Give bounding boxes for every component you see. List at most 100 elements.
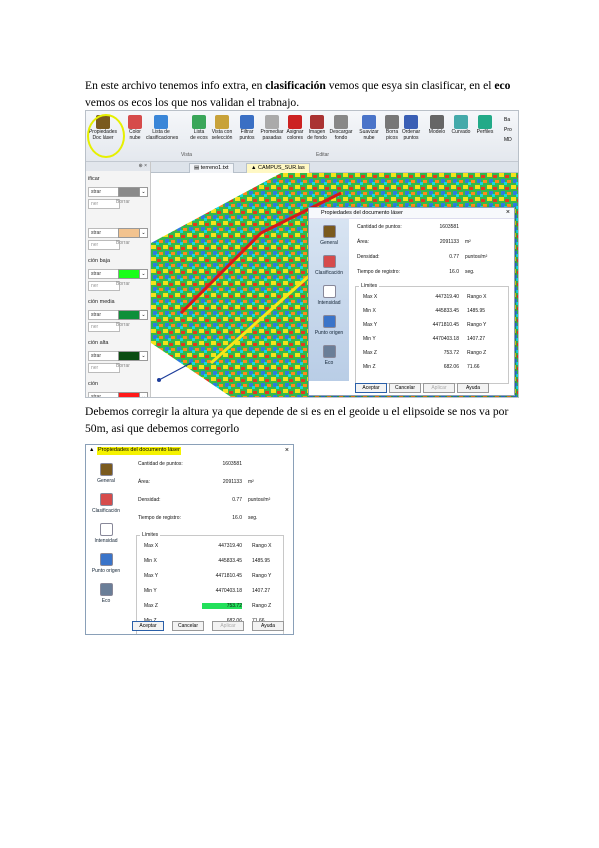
side-item-0[interactable]: General	[309, 225, 349, 246]
close-icon[interactable]: ×	[506, 208, 510, 218]
field-unit: puntos/m²	[248, 497, 271, 503]
field-value: 2091133	[439, 239, 459, 245]
color-swatch[interactable]	[118, 187, 140, 197]
screenshot-software-window: Propiedades Doc láser Color nube Lista de …	[85, 110, 519, 398]
profiles-icon	[478, 115, 492, 129]
limits-title: Límites	[359, 283, 380, 289]
dialog-las-properties: Propiedades del documento láser × Genera…	[308, 207, 515, 396]
help-button[interactable]: Ayuda	[252, 621, 284, 631]
ribbon-button-9[interactable]: Descargar fondo	[326, 115, 356, 141]
side-item-4[interactable]: Eco	[86, 583, 126, 604]
color-swatch[interactable]	[118, 310, 140, 320]
field-value: 0.77	[232, 497, 242, 503]
classification-icon	[99, 493, 113, 506]
side-item-4[interactable]: Eco	[309, 345, 349, 366]
limit-value: 445833.45	[435, 308, 459, 314]
range-value: 1407.27	[252, 588, 271, 594]
ok-button[interactable]: Aceptar	[132, 621, 164, 631]
contours-icon	[454, 115, 468, 129]
color-swatch[interactable]	[118, 351, 140, 361]
download-icon	[334, 115, 348, 129]
limit-label: Min X	[363, 308, 376, 314]
field-unit: puntos/m²	[465, 254, 488, 260]
show-button[interactable]: strar	[88, 310, 120, 320]
side-item-1[interactable]: Clasificación	[86, 493, 126, 514]
cancel-button[interactable]: Cancelar	[172, 621, 204, 631]
selection-view-icon	[215, 115, 229, 129]
show-button[interactable]: strar	[88, 269, 120, 279]
dialog-side-menu: General Clasificación Intensidad Punto orig…	[86, 457, 128, 619]
range-value: 1485.95	[252, 558, 271, 564]
erase-button[interactable]: Borrar	[116, 281, 130, 287]
field-label: Tiempo de registro:	[138, 515, 181, 521]
ribbon-button-15[interactable]: Perfiles	[470, 115, 500, 136]
limit-value: 445833.45	[218, 558, 242, 564]
tab-campus-sur[interactable]: ▲ CAMPUS_SUR.las	[246, 163, 310, 173]
color-swatch[interactable]	[118, 392, 140, 397]
chevron-down-icon[interactable]: ⌄	[139, 187, 148, 197]
cancel-button[interactable]: Cancelar	[389, 383, 421, 393]
limit-value: 4470403.18	[432, 336, 459, 342]
side-item-2[interactable]: Intensidad	[309, 285, 349, 306]
class-list-icon	[154, 115, 168, 129]
tab-terreno[interactable]: ▤ terreno1.txt	[189, 163, 234, 173]
origin-point-icon	[99, 553, 113, 566]
ribbon-side-item[interactable]: MD	[504, 137, 512, 143]
limit-label: Min X	[144, 558, 157, 564]
close-icon[interactable]: ×	[285, 445, 289, 456]
field-label: Cantidad de puntos:	[138, 461, 183, 467]
panel-pin[interactable]: ⊕ ×	[86, 162, 150, 171]
chevron-down-icon[interactable]: ⌄	[139, 351, 148, 361]
las-icon: ▲	[89, 447, 95, 453]
intro-text-end: vemos os ecos los que nos validan el tra…	[85, 95, 300, 109]
color-swatch[interactable]	[118, 228, 140, 238]
limits-title: Límites	[140, 532, 161, 538]
origin-point-icon	[322, 315, 336, 328]
model-icon	[430, 115, 444, 129]
range-value: 71.66	[467, 364, 480, 370]
limit-value: 447319.40	[435, 294, 459, 300]
apply-button[interactable]: Aplicar	[423, 383, 455, 393]
ok-button[interactable]: Aceptar	[355, 383, 387, 393]
side-item-0[interactable]: General	[86, 463, 126, 484]
erase-button[interactable]: Borrar	[116, 199, 130, 205]
show-button[interactable]: strar	[88, 392, 120, 397]
field-value: 1603581	[222, 461, 242, 467]
limit-value: 682.06	[443, 364, 459, 370]
field-value: 16.0	[232, 515, 242, 521]
side-item-3[interactable]: Punto origen	[86, 553, 126, 574]
chevron-down-icon[interactable]: ⌄	[139, 269, 148, 279]
screenshot-dialog-zoom: ▲ Propiedades del documento láser × Genera…	[85, 444, 294, 635]
range-label: Rango Y	[467, 322, 487, 328]
chevron-down-icon[interactable]: ⌄	[139, 392, 148, 397]
side-item-3[interactable]: Punto origen	[309, 315, 349, 336]
paragraph-intro: En este archivo tenemos info extra, en c…	[85, 78, 515, 111]
limit-label: Min Y	[144, 588, 157, 594]
side-item-1[interactable]: Clasificación	[309, 255, 349, 276]
range-label: Rango Z	[467, 350, 487, 356]
erase-button[interactable]: Borrar	[116, 240, 130, 246]
range-value: 1407.27	[467, 336, 486, 342]
range-value: 1485.95	[467, 308, 486, 314]
range-label: Rango Y	[252, 573, 272, 579]
color-swatch[interactable]	[118, 269, 140, 279]
chevron-down-icon[interactable]: ⌄	[139, 228, 148, 238]
ribbon-side-item[interactable]: Ba	[504, 117, 510, 123]
show-button[interactable]: strar	[88, 187, 120, 197]
general-icon	[99, 463, 113, 476]
erase-button[interactable]: Borrar	[116, 363, 130, 369]
side-item-2[interactable]: Intensidad	[86, 523, 126, 544]
ribbon-side-item[interactable]: Pro	[504, 127, 512, 133]
erase-button[interactable]: Borrar	[116, 322, 130, 328]
filter-icon	[240, 115, 254, 129]
apply-button[interactable]: Aplicar	[212, 621, 244, 631]
chevron-down-icon[interactable]: ⌄	[139, 310, 148, 320]
intensity-icon	[322, 285, 336, 298]
show-button[interactable]: strar	[88, 228, 120, 238]
field-label: Densidad:	[357, 254, 380, 260]
field-label: Densidad:	[138, 497, 161, 503]
smooth-icon	[362, 115, 376, 129]
help-button[interactable]: Ayuda	[457, 383, 489, 393]
show-button[interactable]: strar	[88, 351, 120, 361]
ribbon-button-2[interactable]: Lista de clasificaciones	[146, 115, 178, 141]
